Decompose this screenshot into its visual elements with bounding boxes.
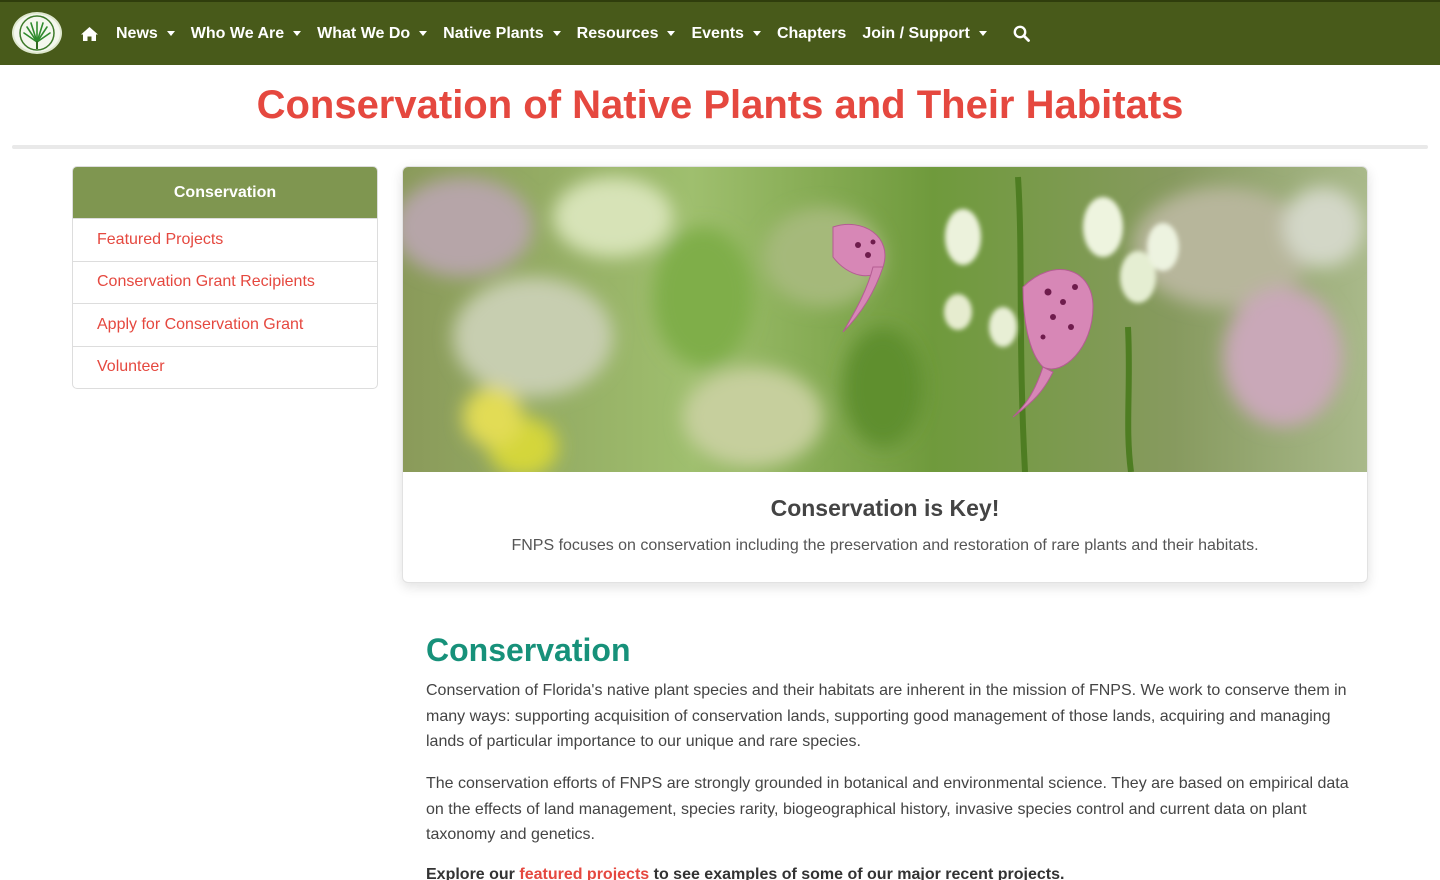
content-paragraph-3: Explore our featured projects to see exa… bbox=[426, 862, 1356, 880]
paragraph-3-prefix: Explore our bbox=[426, 866, 520, 880]
chevron-down-icon bbox=[419, 31, 428, 36]
hero-text: FNPS focuses on conservation including t… bbox=[511, 537, 1259, 554]
featured-projects-link[interactable]: featured projects bbox=[519, 866, 649, 880]
content-paragraph-1: Conservation of Florida's native plant s… bbox=[426, 682, 1347, 751]
chevron-down-icon bbox=[552, 31, 561, 36]
nav-chapters[interactable]: Chapters bbox=[777, 25, 846, 43]
section-heading: Conservation bbox=[426, 632, 631, 668]
nav-resources[interactable]: Resources bbox=[577, 25, 676, 43]
hero-title: Conservation is Key! bbox=[770, 495, 1000, 521]
nav-native-plants[interactable]: Native Plants bbox=[443, 25, 561, 43]
page-title: Conservation of Native Plants and Their … bbox=[256, 83, 1184, 127]
nav-join-support[interactable]: Join / Support bbox=[862, 25, 987, 43]
nav-events[interactable]: Events bbox=[691, 25, 761, 43]
chevron-down-icon bbox=[978, 31, 987, 36]
paragraph-3-suffix: to see examples of some of our major rec… bbox=[649, 866, 1065, 880]
hero-card: Conservation is Key! FNPS focuses on con… bbox=[402, 166, 1368, 583]
nav-what-we-do[interactable]: What We Do bbox=[317, 25, 428, 43]
palm-logo-icon bbox=[19, 15, 55, 51]
sidebar-heading[interactable]: Conservation bbox=[73, 167, 377, 218]
content-paragraph-2: The conservation efforts of FNPS are str… bbox=[426, 775, 1349, 844]
nav-who-we-are[interactable]: Who We Are bbox=[191, 25, 302, 43]
hero-flower-image bbox=[403, 167, 1367, 472]
sidebar-nav: Conservation Featured Projects Conservat… bbox=[72, 166, 378, 389]
sidebar-item-grant-recipients[interactable]: Conservation Grant Recipients bbox=[73, 260, 377, 304]
header-divider bbox=[12, 145, 1428, 149]
site-logo[interactable] bbox=[12, 12, 62, 54]
chevron-down-icon bbox=[293, 31, 302, 36]
nav-menu: News Who We Are What We Do Native Plants… bbox=[80, 2, 1030, 65]
sidebar-item-apply-grant[interactable]: Apply for Conservation Grant bbox=[73, 303, 377, 346]
search-icon[interactable] bbox=[1013, 25, 1030, 42]
top-navbar: News Who We Are What We Do Native Plants… bbox=[0, 0, 1440, 65]
sidebar-item-volunteer[interactable]: Volunteer bbox=[73, 345, 377, 389]
chevron-down-icon bbox=[166, 31, 175, 36]
chevron-down-icon bbox=[667, 31, 676, 36]
nav-news[interactable]: News bbox=[116, 25, 175, 43]
home-icon[interactable] bbox=[80, 26, 99, 42]
chevron-down-icon bbox=[752, 31, 761, 36]
sidebar-item-featured-projects[interactable]: Featured Projects bbox=[73, 218, 377, 261]
